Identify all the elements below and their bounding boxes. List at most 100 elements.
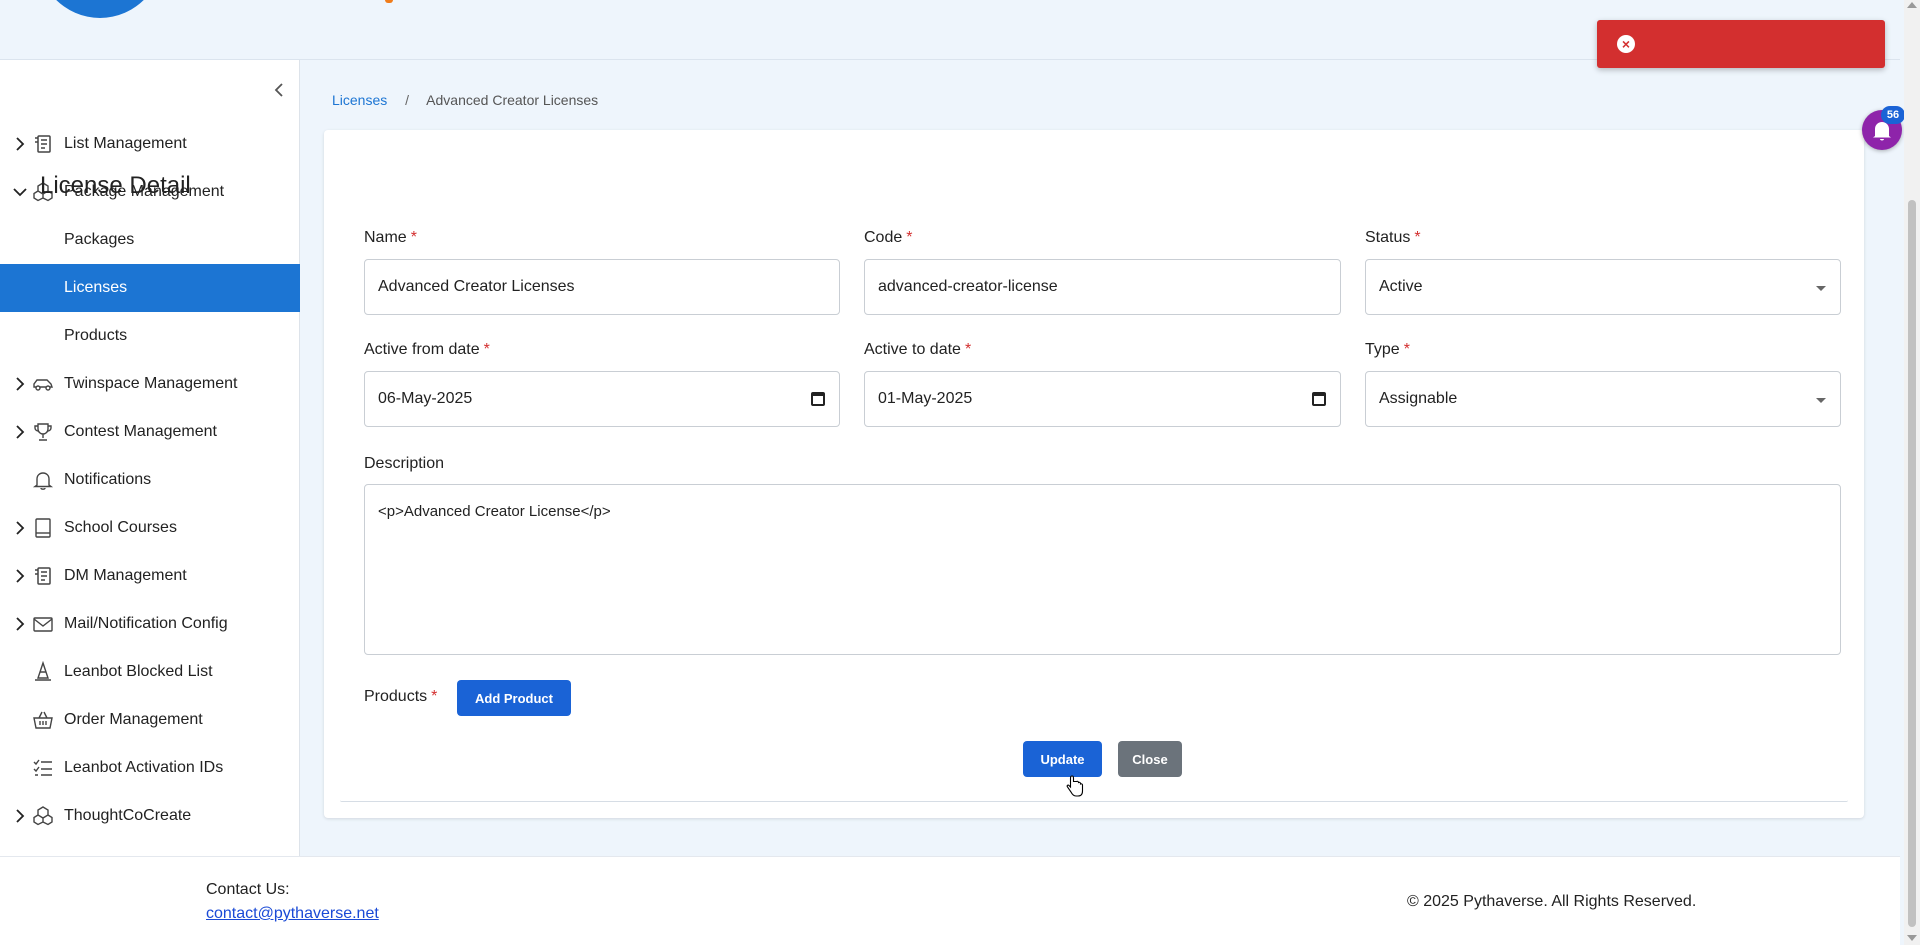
scroll-down-arrow-icon[interactable] — [1907, 935, 1917, 941]
active-from-date-field[interactable]: 06-May-2025 — [364, 371, 840, 427]
chevron-right-icon[interactable] — [12, 424, 28, 440]
page-title: License Detail — [40, 172, 191, 199]
name-field[interactable]: Advanced Creator Licenses — [364, 259, 840, 315]
active-to-label-text: Active to date — [864, 341, 961, 358]
sidebar-item-dm-management[interactable]: DM Management — [0, 552, 300, 600]
sidebar-item-twinspace-management[interactable]: Twinspace Management — [0, 360, 300, 408]
required-mark: * — [483, 341, 490, 358]
basket-icon — [33, 711, 53, 729]
sidebar-item-label: Contest Management — [64, 423, 217, 440]
copyright-text: © 2025 Pythaverse. All Rights Reserved. — [1407, 893, 1697, 910]
cone-icon — [35, 661, 51, 681]
status-label: Status * — [1365, 229, 1421, 247]
sidebar-item-list-management[interactable]: List Management — [0, 120, 300, 168]
type-label: Type * — [1365, 341, 1410, 359]
chevron-right-icon[interactable] — [12, 808, 28, 824]
sidebar-item-packages[interactable]: Packages — [0, 216, 300, 264]
dropdown-arrow-icon[interactable] — [1816, 398, 1826, 403]
type-select[interactable]: Assignable — [1365, 371, 1841, 427]
sidebar-item-label: List Management — [64, 135, 187, 152]
dropdown-arrow-icon[interactable] — [1816, 286, 1826, 291]
sidebar-item-label: Leanbot Blocked List — [64, 663, 213, 680]
sidebar-item-label: Licenses — [64, 279, 128, 296]
products-label: Products * — [364, 688, 437, 706]
chevron-down-icon[interactable] — [12, 184, 28, 200]
calendar-icon[interactable] — [1312, 392, 1326, 406]
scroll-up-arrow-icon[interactable] — [1907, 2, 1917, 8]
products-label-text: Products — [364, 688, 428, 705]
sidebar-item-order-management[interactable]: Order Management — [0, 696, 300, 744]
active-from-label-text: Active from date — [364, 341, 480, 358]
code-label-text: Code — [864, 229, 903, 246]
update-button[interactable]: Update — [1023, 741, 1102, 777]
status-label-text: Status — [1365, 229, 1411, 246]
car-icon — [33, 379, 53, 391]
name-label: Name * — [364, 229, 417, 247]
sidebar-item-label: School Courses — [64, 519, 177, 536]
error-toast[interactable]: × — [1597, 20, 1885, 68]
chevron-right-icon[interactable] — [12, 616, 28, 632]
sidebar-item-label: Mail/Notification Config — [64, 615, 228, 632]
trophy-icon — [34, 423, 52, 441]
name-label-text: Name — [364, 229, 407, 246]
sidebar-item-label: DM Management — [64, 567, 187, 584]
sidebar-item-label: Twinspace Management — [64, 375, 238, 392]
sidebar-item-notifications[interactable]: Notifications — [0, 456, 300, 504]
code-label: Code * — [864, 229, 912, 247]
page-scrollbar[interactable] — [1904, 0, 1920, 945]
sidebar-item-mail-notification-config[interactable]: Mail/Notification Config — [0, 600, 300, 648]
required-mark: * — [1414, 229, 1421, 246]
description-textarea[interactable]: <p>Advanced Creator License</p> — [364, 484, 1841, 655]
sidebar-item-school-courses[interactable]: School Courses — [0, 504, 300, 552]
chevron-right-icon[interactable] — [12, 568, 28, 584]
sidebar-item-leanbot-activation-ids[interactable]: Leanbot Activation IDs — [0, 744, 300, 792]
scrollbar-thumb[interactable] — [1908, 200, 1916, 927]
active-from-label: Active from date * — [364, 341, 490, 359]
list-management-icon — [35, 567, 51, 585]
breadcrumb-link-licenses[interactable]: Licenses — [332, 92, 387, 108]
chevron-right-icon[interactable] — [12, 520, 28, 536]
type-label-text: Type — [1365, 341, 1400, 358]
error-circle-icon[interactable]: × — [1617, 35, 1635, 53]
required-mark: * — [906, 229, 913, 246]
package-icon — [33, 806, 53, 826]
logo[interactable] — [35, 0, 165, 18]
collapse-sidebar-icon[interactable] — [270, 80, 290, 100]
sidebar-item-label: Order Management — [64, 711, 203, 728]
description-label: Description — [364, 455, 445, 472]
required-mark: * — [410, 229, 417, 246]
contact-email-link[interactable]: contact@pythaverse.net — [206, 905, 379, 923]
sidebar-item-label: ThoughtCoCreate — [64, 807, 192, 824]
add-product-button[interactable]: Add Product — [457, 680, 571, 716]
type-select-value: Assignable — [1379, 390, 1458, 407]
close-button[interactable]: Close — [1118, 741, 1182, 777]
notification-count-badge: 56 — [1881, 106, 1905, 124]
checklist-icon — [33, 759, 52, 776]
status-select[interactable]: Active — [1365, 259, 1841, 315]
required-mark: * — [1403, 341, 1410, 358]
chevron-right-icon[interactable] — [12, 136, 28, 152]
hand-pointer-icon — [1066, 775, 1084, 797]
active-to-date-field[interactable]: 01-May-2025 — [864, 371, 1341, 427]
contact-label: Contact Us: — [206, 881, 290, 898]
sidebar-nav: List Management Package Management Packa… — [0, 120, 300, 840]
calendar-icon[interactable] — [811, 392, 825, 406]
breadcrumb-current: Advanced Creator Licenses — [426, 92, 599, 108]
logo-accent — [385, 0, 393, 3]
breadcrumb-separator: / — [405, 92, 410, 108]
required-mark: * — [431, 688, 438, 705]
breadcrumb: Licenses / Advanced Creator Licenses — [332, 92, 598, 108]
sidebar-item-leanbot-blocked-list[interactable]: Leanbot Blocked List — [0, 648, 300, 696]
sidebar-item-contest-management[interactable]: Contest Management — [0, 408, 300, 456]
chevron-right-icon[interactable] — [12, 376, 28, 392]
sidebar-item-label: Products — [64, 327, 128, 344]
active-to-label: Active to date * — [864, 341, 971, 359]
sidebar-item-licenses[interactable]: Licenses — [0, 264, 300, 312]
book-icon — [35, 518, 51, 538]
sidebar-item-thoughtcocreate[interactable]: ThoughtCoCreate — [0, 792, 300, 840]
code-field[interactable]: advanced-creator-license — [864, 259, 1341, 315]
sidebar-item-products[interactable]: Products — [0, 312, 300, 360]
sidebar-item-label: Leanbot Activation IDs — [64, 759, 224, 776]
footer: Contact Us: contact@pythaverse.net © 202… — [0, 856, 1900, 945]
sidebar-item-label: Packages — [64, 231, 135, 248]
